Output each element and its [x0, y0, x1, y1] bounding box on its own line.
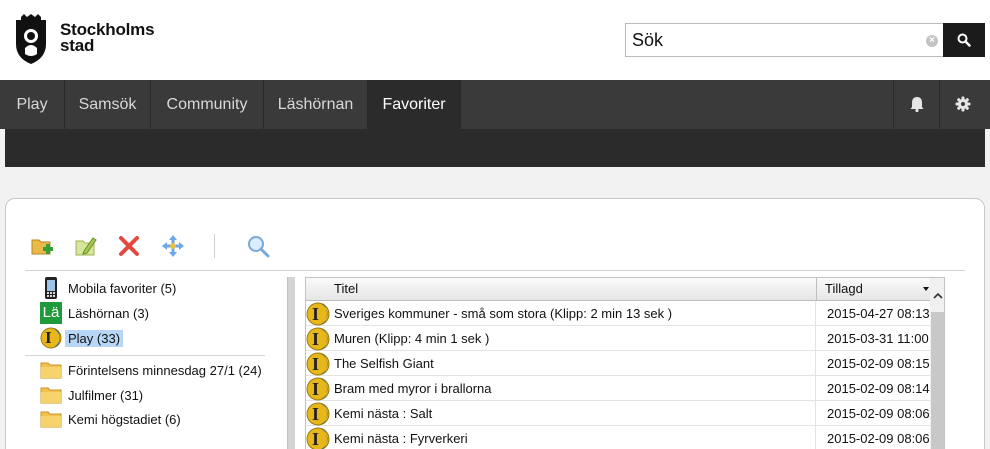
table-row[interactable]: I Sveriges kommuner - små som stora (Klip…	[306, 301, 930, 326]
title-cell: I Muren (Klipp: 4 min 1 sek )	[306, 326, 816, 351]
tree-item-folder[interactable]: Förintelsens minnesdag 27/1 (24)	[40, 359, 262, 381]
main-nav: Play Samsök Community Läshörnan Favorite…	[0, 80, 990, 129]
vertical-scrollbar[interactable]	[930, 278, 944, 449]
tree-item-folder[interactable]: Julfilmer (31)	[40, 384, 143, 406]
move-icon[interactable]	[161, 234, 185, 258]
sort-descending-icon[interactable]	[923, 287, 929, 291]
table-row[interactable]: I Muren (Klipp: 4 min 1 sek ) 2015-03-31 1…	[306, 326, 930, 351]
row-added-date: 2015-02-09 08:15	[827, 356, 930, 371]
magnifier-icon	[957, 33, 971, 47]
settings-button[interactable]	[939, 80, 990, 129]
site-header: Stockholms stad ×	[0, 0, 990, 80]
table-row[interactable]: I The Selfish Giant 2015-02-09 08:15	[306, 351, 930, 376]
play-icon: I	[306, 377, 330, 401]
brand-name[interactable]: Stockholms stad	[60, 21, 155, 55]
nav-tab-play[interactable]: Play	[0, 80, 65, 129]
toolbar-separator	[214, 234, 215, 258]
tree-item-label: Förintelsens minnesdag 27/1 (24)	[68, 362, 262, 378]
tree-item-label: Mobila favoriter (5)	[68, 280, 177, 296]
table-row[interactable]: I Bram med myror i brallorna 2015-02-09 08…	[306, 376, 930, 401]
tree-item-label: Kemi högstadiet (6)	[68, 411, 181, 427]
lashornan-icon: Lä	[40, 302, 62, 324]
title-cell: I Kemi nästa : Salt	[306, 401, 816, 426]
pane-splitter[interactable]	[287, 277, 295, 449]
tree-item-label: Läshörnan (3)	[68, 305, 149, 321]
row-title: Muren (Klipp: 4 min 1 sek )	[334, 331, 490, 346]
search-button[interactable]	[943, 23, 985, 57]
nav-tab-lashornan[interactable]: Läshörnan	[264, 80, 368, 129]
title-cell: I Sveriges kommuner - små som stora (Klip…	[306, 301, 816, 326]
title-cell: I The Selfish Giant	[306, 351, 816, 376]
row-added-date: 2015-03-31 11:00	[827, 331, 929, 346]
tree-separator	[25, 355, 265, 356]
stockholm-crest-logo[interactable]	[14, 14, 48, 66]
sub-navbar	[5, 129, 985, 167]
notifications-button[interactable]	[893, 80, 939, 129]
title-cell: I Bram med myror i brallorna	[306, 376, 816, 401]
column-header-title[interactable]: Titel	[326, 278, 358, 300]
tree-item-mobila-favoriter[interactable]: Mobila favoriter (5)	[40, 277, 176, 299]
table-row[interactable]: I Kemi nästa : Salt 2015-02-09 08:06	[306, 401, 930, 426]
table-header: Titel Tillagd	[306, 278, 930, 301]
tree-item-play[interactable]: I Play (33)	[40, 327, 124, 349]
tree-item-label: Julfilmer (31)	[68, 387, 144, 403]
row-title: Kemi nästa : Salt	[334, 406, 433, 421]
title-cell: I Kemi nästa : Fyrverkeri	[306, 426, 816, 449]
folder-icon	[40, 387, 62, 404]
nav-tab-favoriter[interactable]: Favoriter	[368, 80, 461, 129]
favorites-table: Titel Tillagd I Sveriges kommuner - små s…	[305, 277, 945, 449]
row-title: Sveriges kommuner - små som stora (Klipp…	[334, 306, 673, 321]
edit-folder-icon[interactable]	[74, 234, 98, 258]
tree-item-lashornan[interactable]: Lä Läshörnan (3)	[40, 302, 149, 324]
delete-icon[interactable]	[117, 234, 141, 258]
play-icon: I	[306, 327, 330, 351]
scrollbar-thumb[interactable]	[931, 312, 944, 449]
row-added-date: 2015-02-09 08:06	[827, 406, 930, 421]
tree-item-folder[interactable]: Kemi högstadiet (6)	[40, 408, 181, 430]
new-folder-icon[interactable]	[30, 234, 54, 258]
row-added-date: 2015-04-27 08:13	[827, 306, 930, 321]
nav-tab-community[interactable]: Community	[151, 80, 264, 129]
gear-icon	[955, 96, 971, 112]
tree-item-label: Play (33)	[65, 329, 124, 347]
scroll-up-icon[interactable]	[933, 292, 943, 299]
folder-icon	[40, 362, 62, 379]
search-icon[interactable]	[246, 234, 270, 258]
row-added-date: 2015-02-09 08:06	[827, 431, 930, 446]
search-input[interactable]	[625, 23, 943, 57]
row-added-date: 2015-02-09 08:14	[827, 381, 930, 396]
play-icon: I	[40, 327, 62, 349]
row-title: Kemi nästa : Fyrverkeri	[334, 431, 468, 446]
play-icon: I	[306, 427, 330, 449]
play-icon: I	[306, 402, 330, 426]
clear-search-icon[interactable]: ×	[926, 35, 938, 47]
nav-tab-samsok[interactable]: Samsök	[65, 80, 151, 129]
toolbar-divider	[25, 270, 965, 271]
row-title: Bram med myror i brallorna	[334, 381, 492, 396]
bell-icon	[910, 97, 924, 112]
play-icon: I	[306, 302, 330, 326]
column-header-added[interactable]: Tillagd	[817, 278, 863, 300]
phone-icon	[45, 277, 57, 299]
table-row[interactable]: I Kemi nästa : Fyrverkeri 2015-02-09 08:06	[306, 426, 930, 449]
folder-icon	[40, 411, 62, 428]
row-title: The Selfish Giant	[334, 356, 434, 371]
brand-line-2: stad	[60, 36, 95, 55]
play-icon: I	[306, 352, 330, 376]
